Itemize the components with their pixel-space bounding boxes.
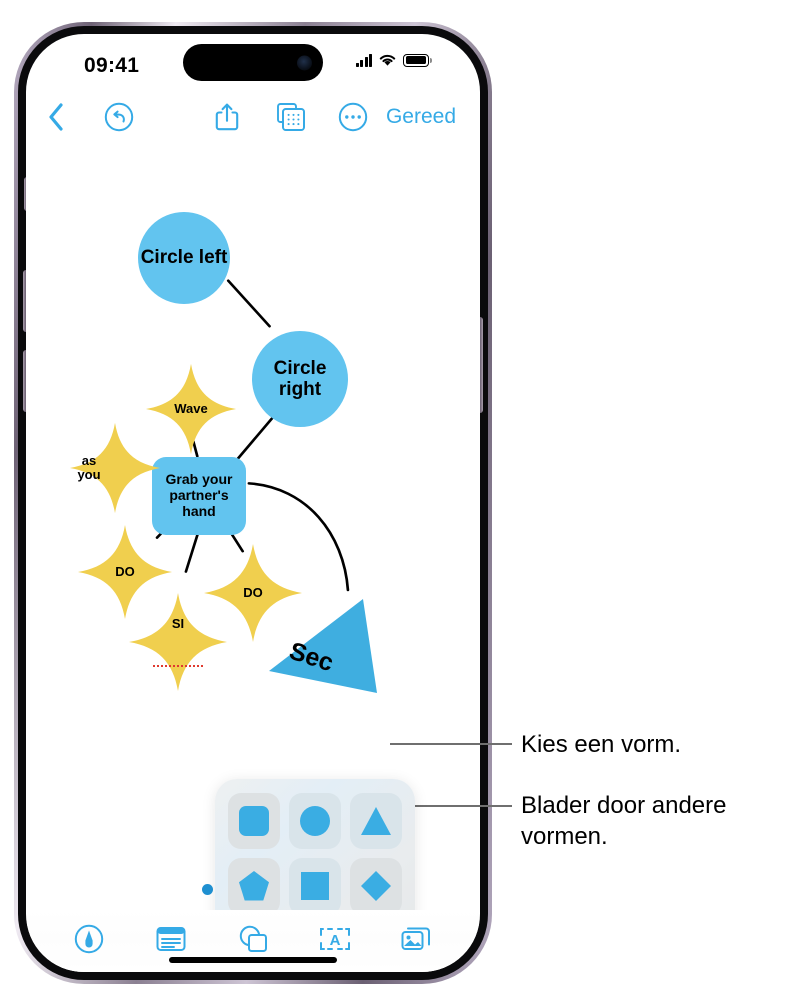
signal-bars-icon	[355, 53, 372, 67]
status-indicators	[355, 53, 432, 67]
phone-bezel: 09:41 Gereed Circle left Circle right Gr…	[18, 26, 488, 980]
media-photos-icon	[401, 927, 430, 950]
square-icon	[301, 872, 329, 901]
star-label: as you	[77, 452, 101, 482]
markup-pen-icon	[74, 924, 104, 954]
undo-circle-icon	[104, 102, 134, 132]
phone-frame: 09:41 Gereed Circle left Circle right Gr…	[14, 22, 492, 984]
callout-choose-shape: Kies een vorm.	[521, 731, 682, 758]
text-box-icon: A	[320, 928, 350, 950]
mindmap-canvas[interactable]: Circle left Circle right Grab your partn…	[26, 142, 480, 910]
shape-tile-square[interactable]	[289, 858, 341, 910]
node-circle-left[interactable]: Circle left	[138, 212, 230, 304]
shape-picker-popup[interactable]	[215, 779, 415, 910]
node-label: Circle left	[140, 247, 228, 269]
shapes-button[interactable]	[231, 920, 275, 958]
home-indicator[interactable]	[169, 957, 337, 963]
status-time: 09:41	[84, 54, 140, 77]
dynamic-island	[183, 44, 323, 81]
top-toolbar: Gereed	[26, 92, 480, 142]
back-button[interactable]	[48, 103, 64, 131]
status-bar: 09:41	[26, 34, 480, 92]
boards-button[interactable]	[276, 102, 306, 132]
share-button[interactable]	[214, 102, 240, 132]
markup-pen-button[interactable]	[67, 920, 111, 958]
chevron-left-icon	[49, 103, 63, 131]
screenshot-root: 09:41 Gereed Circle left Circle right Gr…	[0, 0, 809, 998]
undo-button[interactable]	[104, 102, 134, 132]
rounded-square-icon	[239, 806, 269, 837]
shape-tile-circle[interactable]	[289, 793, 341, 850]
wifi-icon	[379, 54, 396, 66]
text-box-button[interactable]: A	[313, 920, 357, 958]
node-circle-right[interactable]: Circle right	[252, 331, 348, 427]
star-si[interactable]: SI	[128, 592, 228, 692]
node-sec-triangle[interactable]: Sec	[267, 597, 387, 707]
star-label-misspelled: SI	[153, 616, 203, 667]
pentagon-icon	[239, 871, 269, 901]
callout-leader-line-1	[390, 743, 512, 745]
note-card-icon	[156, 927, 186, 951]
shape-tile-rounded-square[interactable]	[228, 793, 280, 850]
circle-icon	[300, 806, 330, 837]
note-card-button[interactable]	[149, 920, 193, 958]
shapes-icon	[239, 925, 267, 952]
more-options-button[interactable]	[338, 102, 368, 132]
star-as-you[interactable]: as you	[69, 422, 161, 514]
node-label: Grab your partner's hand	[165, 471, 233, 519]
callout-browse-shapes: Blader door andere vormen.	[521, 792, 727, 851]
ellipsis-circle-icon	[338, 102, 368, 132]
front-camera-icon	[297, 55, 312, 70]
battery-full-icon	[403, 53, 429, 67]
done-button[interactable]: Gereed	[386, 105, 456, 129]
shape-tile-pentagon[interactable]	[228, 858, 280, 910]
shape-tile-triangle[interactable]	[350, 793, 402, 850]
node-label: Circle right	[273, 357, 327, 400]
media-photos-button[interactable]	[395, 920, 439, 958]
share-up-icon	[215, 103, 239, 131]
svg-text:A: A	[330, 932, 341, 949]
boards-stack-icon	[277, 103, 305, 131]
shape-tile-diamond[interactable]	[350, 858, 402, 910]
phone-screen: 09:41 Gereed Circle left Circle right Gr…	[26, 34, 480, 972]
diamond-icon	[361, 871, 391, 902]
triangle-icon	[361, 807, 391, 836]
battery-tip	[430, 57, 432, 63]
selection-handle-dot[interactable]	[202, 884, 213, 895]
